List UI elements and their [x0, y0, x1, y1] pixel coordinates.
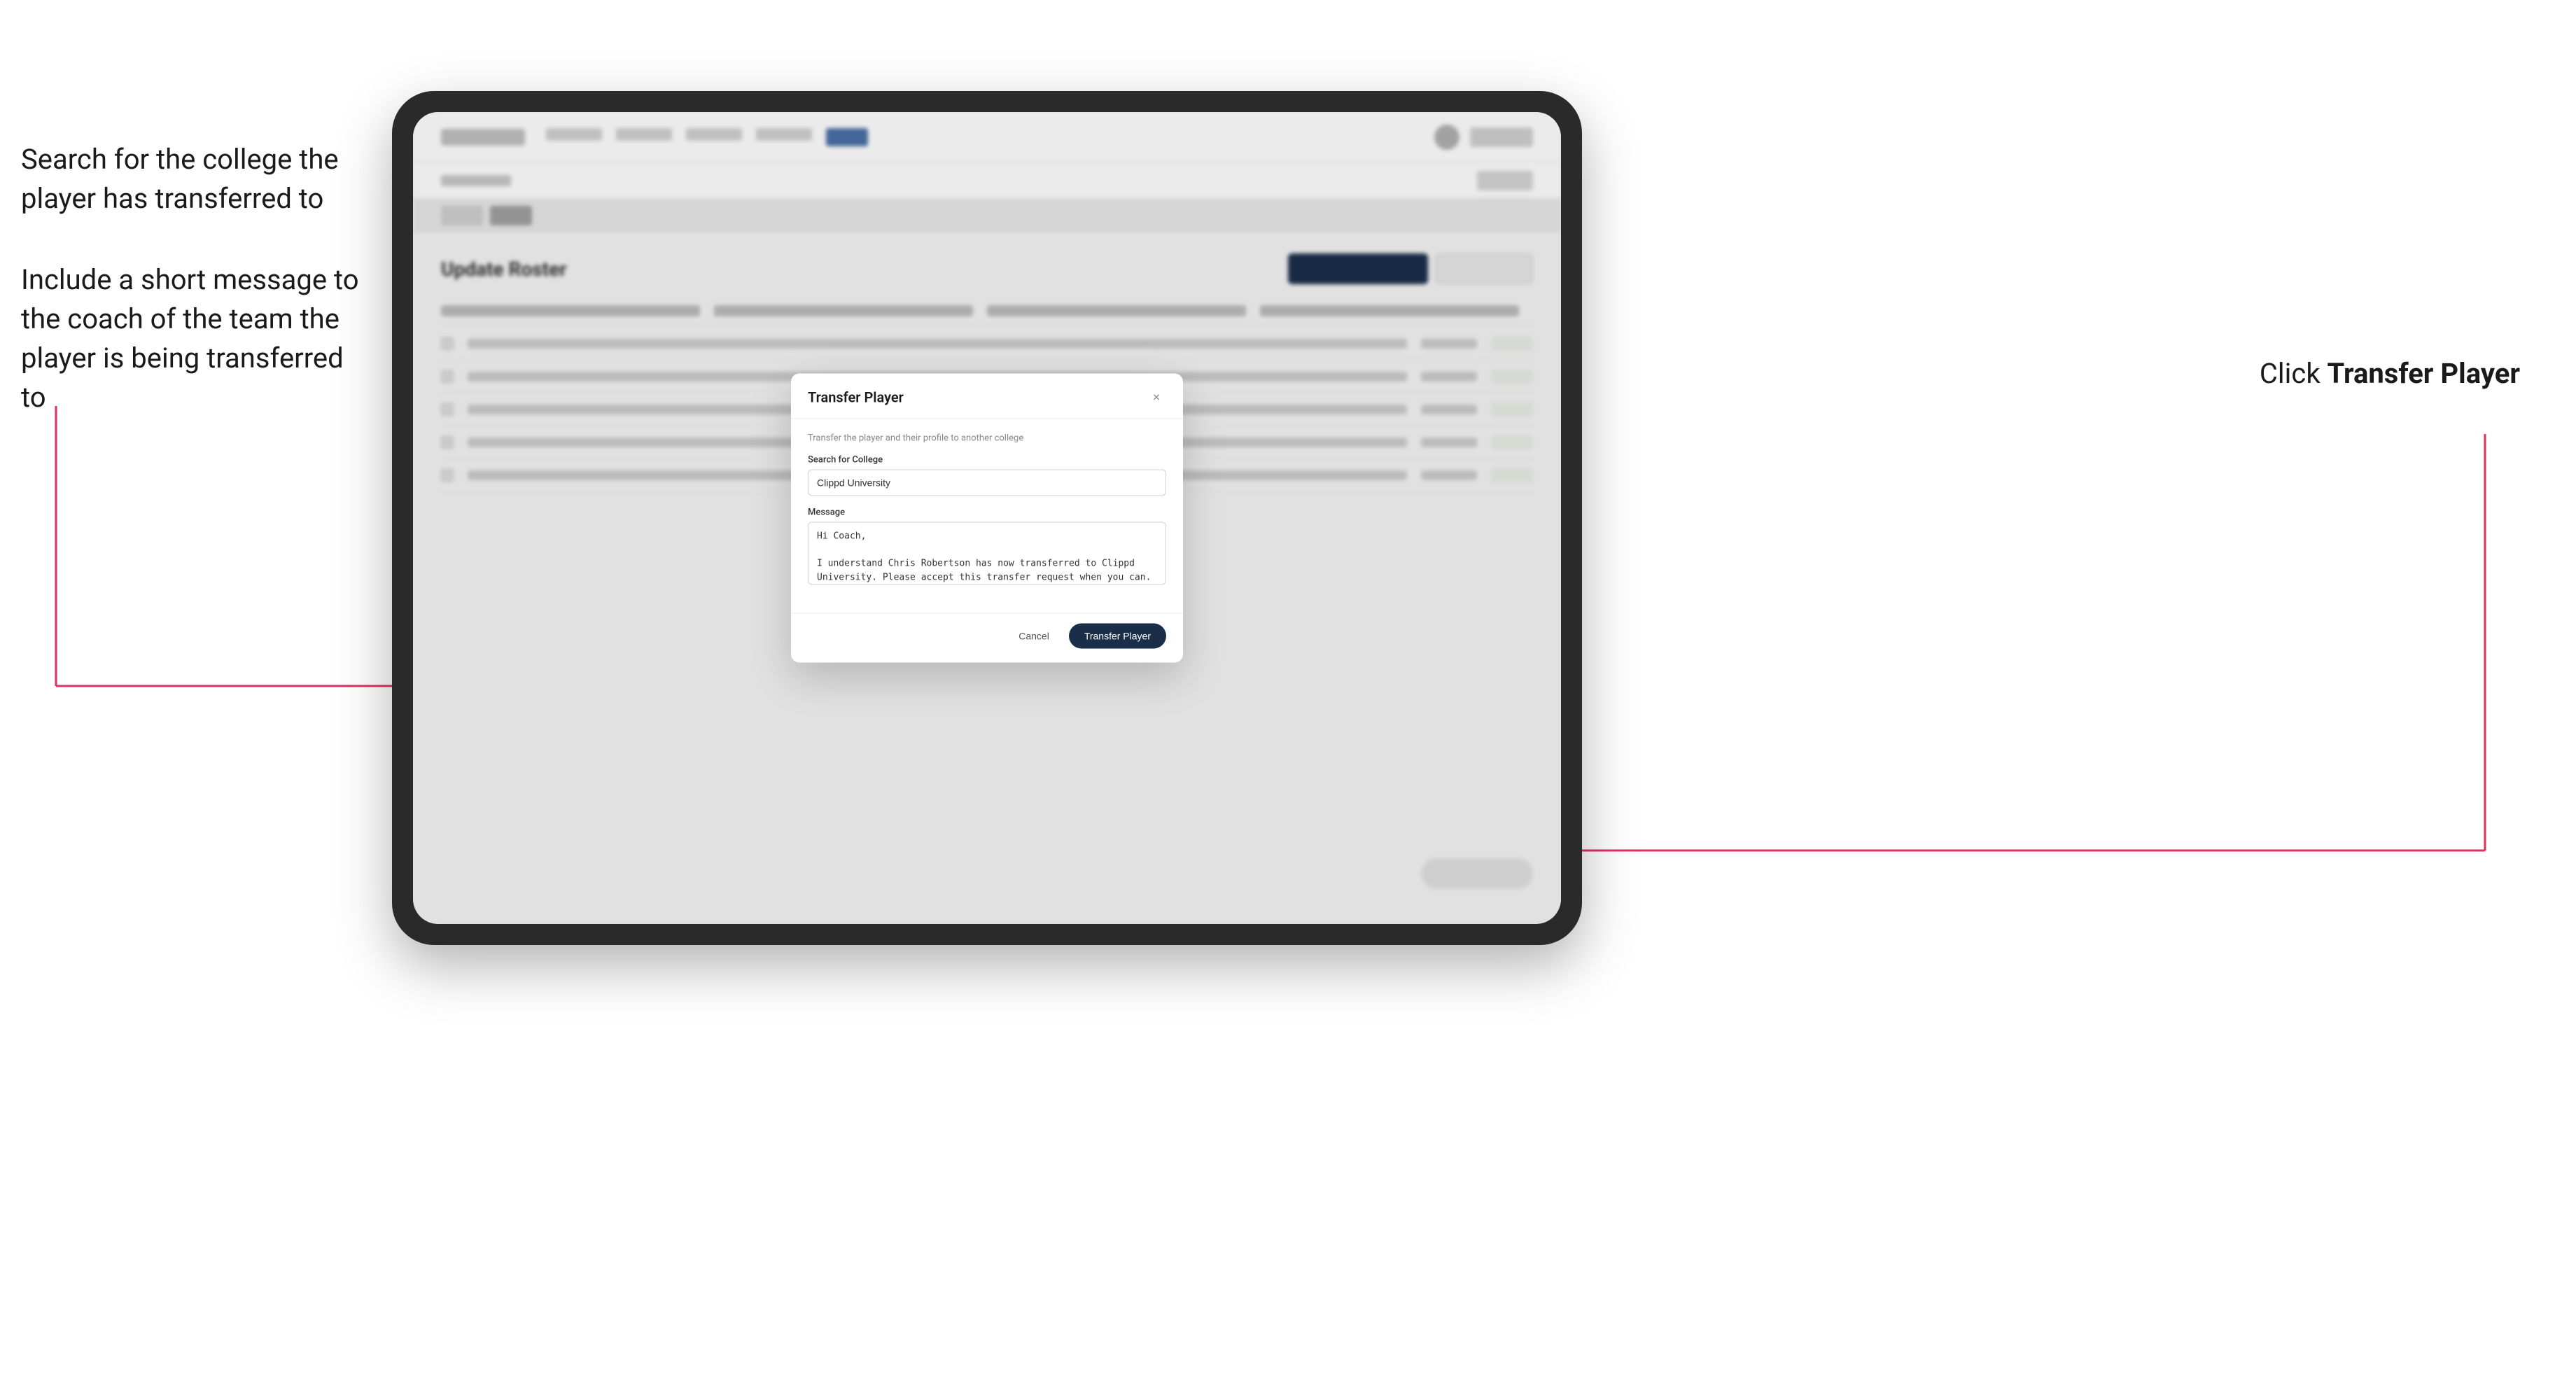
modal-footer: Cancel Transfer Player: [791, 613, 1183, 663]
college-search-group: Search for College: [808, 455, 1166, 496]
tablet-device: Update Roster: [392, 91, 1582, 945]
modal-close-button[interactable]: ×: [1147, 388, 1166, 407]
college-search-label: Search for College: [808, 455, 1166, 465]
annotation-transfer-bold: Transfer Player: [2328, 357, 2520, 390]
modal-overlay: Transfer Player × Transfer the player an…: [413, 112, 1561, 924]
annotation-message-text: Include a short message to the coach of …: [21, 260, 371, 417]
modal-body: Transfer the player and their profile to…: [791, 419, 1183, 613]
annotation-left-container: Search for the college the player has tr…: [21, 140, 371, 459]
annotation-search-text: Search for the college the player has tr…: [21, 140, 371, 218]
modal-title: Transfer Player: [808, 389, 904, 406]
message-group: Message: [808, 507, 1166, 588]
message-label: Message: [808, 507, 1166, 518]
message-textarea[interactable]: [808, 522, 1166, 585]
transfer-player-button[interactable]: Transfer Player: [1069, 624, 1166, 649]
annotation-right-container: Click Transfer Player: [2260, 357, 2520, 390]
annotation-click-text: Click: [2260, 357, 2328, 390]
modal-subtitle: Transfer the player and their profile to…: [808, 433, 1166, 444]
tablet-screen: Update Roster: [413, 112, 1561, 924]
transfer-player-modal: Transfer Player × Transfer the player an…: [791, 374, 1183, 663]
cancel-button[interactable]: Cancel: [1007, 625, 1060, 648]
modal-header: Transfer Player ×: [791, 374, 1183, 419]
college-search-input[interactable]: [808, 470, 1166, 496]
